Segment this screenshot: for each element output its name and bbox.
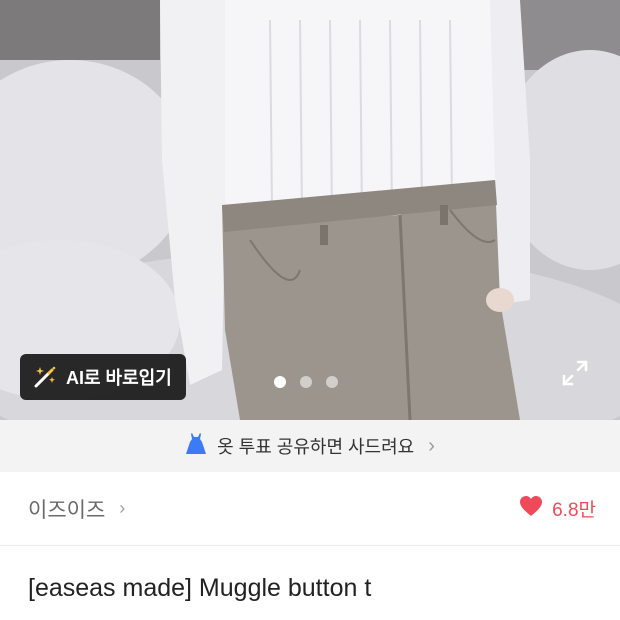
store-link[interactable]: 이즈이즈 › — [28, 494, 125, 524]
wand-icon — [32, 364, 58, 390]
chevron-right-icon: › — [119, 498, 126, 518]
carousel-indicator — [274, 376, 338, 388]
carousel-dot[interactable] — [326, 376, 338, 388]
store-row: 이즈이즈 › 6.8만 — [0, 472, 620, 546]
expand-icon[interactable] — [560, 358, 590, 388]
like-button[interactable]: 6.8만 — [518, 494, 596, 523]
ai-try-on-button[interactable]: AI로 바로입기 — [20, 354, 186, 400]
product-title: [easeas made] Muggle button t — [28, 574, 372, 602]
ai-try-on-label: AI로 바로입기 — [66, 368, 172, 388]
promo-banner[interactable]: 옷 투표 공유하면 사드려요 › — [0, 420, 620, 472]
carousel-dot[interactable] — [300, 376, 312, 388]
product-image-carousel[interactable]: AI로 바로입기 — [0, 0, 620, 420]
store-name: 이즈이즈 — [28, 498, 106, 522]
heart-icon — [518, 494, 544, 523]
promo-text: 옷 투표 공유하면 사드려요 — [217, 437, 415, 457]
like-count: 6.8만 — [552, 500, 596, 521]
chevron-right-icon: › — [428, 434, 435, 457]
dress-icon — [185, 432, 207, 461]
carousel-dot[interactable] — [274, 376, 286, 388]
